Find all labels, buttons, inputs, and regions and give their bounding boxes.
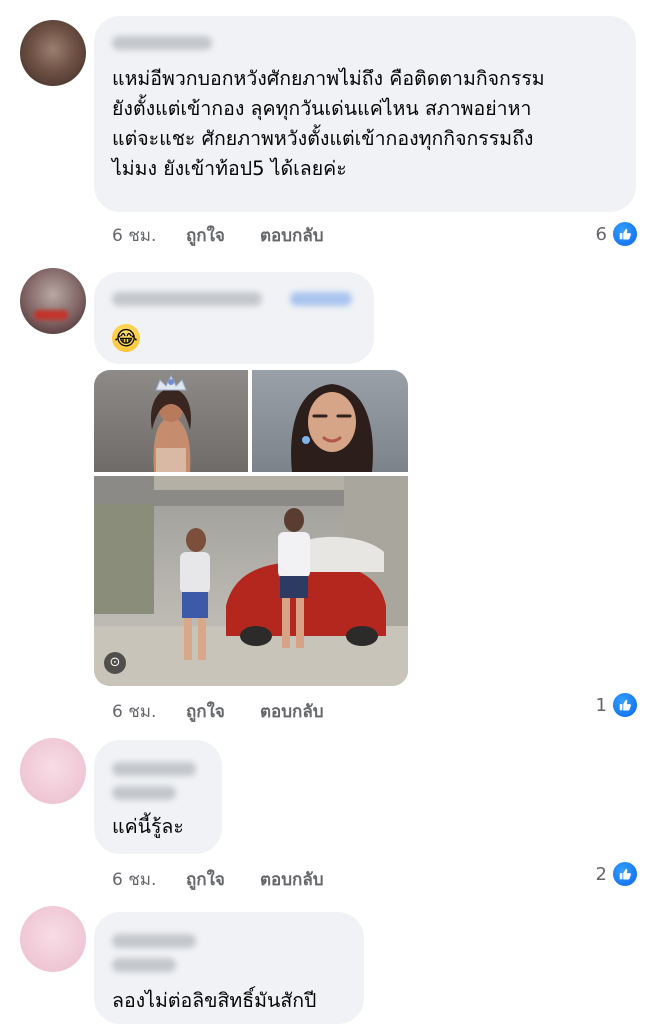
commenter-avatar[interactable]: [20, 738, 86, 804]
comment-line: ยังตั้งแต่เข้ากอง ลุคทุกวันเด่นแค่ไหน สภ…: [112, 97, 532, 120]
blurred-commenter-name[interactable]: [112, 292, 262, 306]
blurred-commenter-name[interactable]: [112, 762, 196, 776]
comment-text: ลองไม่ต่อลิขสิทธิ์มันสักปี: [112, 989, 317, 1012]
comment-bubble: แค่นี้รู้ละ: [94, 740, 222, 854]
reaction-count: 6: [595, 223, 607, 245]
reaction-summary[interactable]: 1: [595, 691, 639, 719]
comment-bubble: 😂: [94, 272, 374, 364]
blurred-badge: [290, 292, 352, 306]
photo-panel-street-scene: ⊙: [94, 476, 408, 686]
photo-panel-portrait: [252, 370, 408, 472]
blurred-commenter-name: [112, 958, 176, 972]
like-button[interactable]: ถูกใจ: [186, 698, 260, 725]
reply-button[interactable]: ตอบกลับ: [260, 866, 324, 893]
thumbs-up-icon: [611, 220, 639, 248]
reaction-summary[interactable]: 6: [595, 220, 639, 248]
commenter-avatar[interactable]: [20, 268, 86, 334]
comment-line: ไม่มง ยังเข้าท้อป5 ได้เลยค่ะ: [112, 157, 347, 180]
reply-button[interactable]: ตอบกลับ: [260, 222, 324, 249]
comment-meta: 6 ชม. ถูกใจ ตอบกลับ: [112, 222, 324, 248]
thumbs-up-icon: [611, 691, 639, 719]
comment-text: แหม่อีพวกบอกหวังศักยภาพไม่ถึง คือติดตามก…: [112, 64, 545, 184]
comment-time[interactable]: 6 ชม.: [112, 866, 186, 893]
comment-bubble: ลองไม่ต่อลิขสิทธิ์มันสักปี: [94, 912, 364, 1024]
photo-panel-queen: [94, 370, 248, 472]
blurred-commenter-name[interactable]: [112, 36, 212, 50]
thumbs-up-icon: [611, 860, 639, 888]
search-lens-icon[interactable]: ⊙: [104, 652, 126, 674]
comment-time[interactable]: 6 ชม.: [112, 698, 186, 725]
blurred-commenter-name[interactable]: [112, 934, 196, 948]
comment-photo[interactable]: ⊙: [94, 370, 408, 686]
commenter-avatar[interactable]: [20, 906, 86, 972]
reaction-summary[interactable]: 2: [595, 860, 639, 888]
comment-bubble: แหม่อีพวกบอกหวังศักยภาพไม่ถึง คือติดตามก…: [94, 16, 636, 212]
comment-meta: 6 ชม. ถูกใจ ตอบกลับ: [112, 866, 324, 892]
reply-button[interactable]: ตอบกลับ: [260, 698, 324, 725]
laughing-emoji: 😂: [112, 324, 140, 352]
reaction-count: 2: [595, 863, 607, 885]
comment-meta: 6 ชม. ถูกใจ ตอบกลับ: [112, 698, 324, 724]
like-button[interactable]: ถูกใจ: [186, 222, 260, 249]
comment-line: แหม่อีพวกบอกหวังศักยภาพไม่ถึง คือติดตามก…: [112, 67, 545, 90]
comment-line: แต่จะแชะ ศักยภาพหวังตั้งแต่เข้ากองทุกกิจ…: [112, 127, 534, 150]
comment-text: แค่นี้รู้ละ: [112, 815, 184, 838]
reaction-count: 1: [595, 694, 607, 716]
blurred-commenter-name: [112, 786, 176, 800]
commenter-avatar[interactable]: [20, 20, 86, 86]
comment-time[interactable]: 6 ชม.: [112, 222, 186, 249]
like-button[interactable]: ถูกใจ: [186, 866, 260, 893]
